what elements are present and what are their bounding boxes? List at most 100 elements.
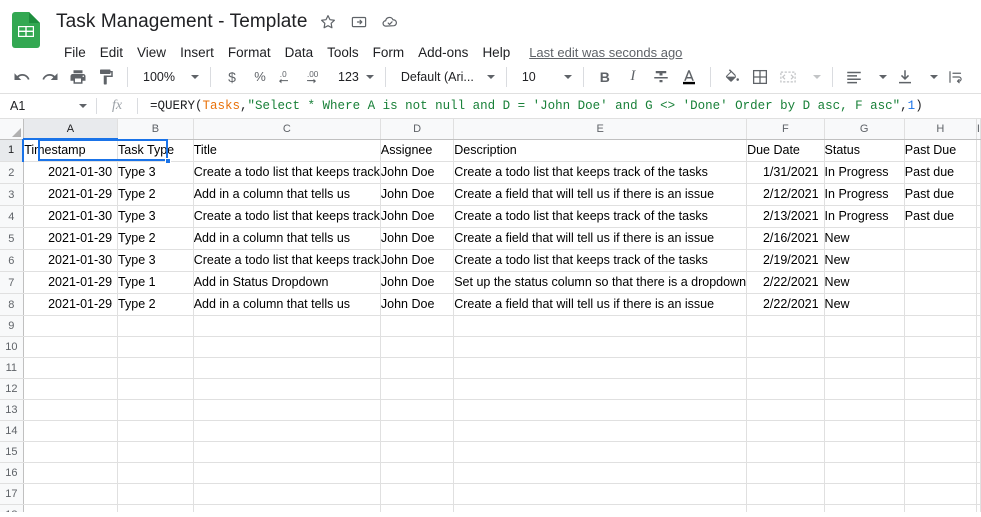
cell-F13[interactable] bbox=[746, 399, 825, 421]
cell-E14[interactable] bbox=[453, 420, 748, 442]
cell-A5[interactable]: 2021-01-29 bbox=[23, 227, 119, 250]
cell-D14[interactable] bbox=[380, 420, 455, 442]
cell-I7[interactable] bbox=[976, 271, 981, 294]
row-header-13[interactable]: 13 bbox=[0, 399, 24, 421]
column-header-d[interactable]: D bbox=[380, 119, 455, 140]
cell-B17[interactable] bbox=[117, 483, 194, 505]
fx-icon[interactable]: fx bbox=[97, 98, 137, 114]
cell-E13[interactable] bbox=[453, 399, 748, 421]
increase-decimal-button[interactable]: .00 bbox=[302, 63, 330, 91]
fill-color-button[interactable] bbox=[718, 63, 746, 91]
cell-I14[interactable] bbox=[976, 420, 981, 442]
cell-C4[interactable]: Create a todo list that keeps track bbox=[193, 205, 381, 228]
cell-C14[interactable] bbox=[193, 420, 381, 442]
row-header-5[interactable]: 5 bbox=[0, 227, 24, 250]
cell-I15[interactable] bbox=[976, 441, 981, 463]
menu-item-help[interactable]: Help bbox=[475, 43, 517, 62]
font-size-selector[interactable]: 10 bbox=[514, 64, 576, 90]
cell-B4[interactable]: Type 3 bbox=[117, 205, 194, 228]
cell-D12[interactable] bbox=[380, 378, 455, 400]
row-header-14[interactable]: 14 bbox=[0, 420, 24, 442]
cell-F10[interactable] bbox=[746, 336, 825, 358]
cell-D3[interactable]: John Doe bbox=[380, 183, 455, 206]
cell-B7[interactable]: Type 1 bbox=[117, 271, 194, 294]
row-header-4[interactable]: 4 bbox=[0, 205, 24, 228]
cloud-saved-icon[interactable] bbox=[381, 13, 399, 31]
cell-B2[interactable]: Type 3 bbox=[117, 161, 194, 184]
cell-C15[interactable] bbox=[193, 441, 381, 463]
cell-G11[interactable] bbox=[824, 357, 905, 379]
cell-G7[interactable]: New bbox=[824, 271, 905, 294]
row-header-17[interactable]: 17 bbox=[0, 483, 24, 505]
number-format-selector[interactable]: 123 bbox=[330, 64, 378, 90]
menu-item-insert[interactable]: Insert bbox=[173, 43, 221, 62]
cell-H6[interactable] bbox=[904, 249, 977, 272]
column-header-h[interactable]: H bbox=[904, 119, 977, 140]
cell-D16[interactable] bbox=[380, 462, 455, 484]
redo-button[interactable] bbox=[36, 63, 64, 91]
currency-format-button[interactable]: $ bbox=[218, 63, 246, 91]
cell-I2[interactable] bbox=[976, 161, 981, 184]
cell-A17[interactable] bbox=[23, 483, 119, 505]
cell-H1[interactable]: Past Due bbox=[904, 139, 977, 162]
spreadsheet-grid[interactable]: A B C D E F G H I 1 Timestamp Task Type Title Assign… bbox=[0, 119, 981, 512]
cell-I13[interactable] bbox=[976, 399, 981, 421]
cell-C18[interactable] bbox=[193, 504, 381, 512]
row-header-16[interactable]: 16 bbox=[0, 462, 24, 484]
horizontal-align-dropdown[interactable] bbox=[868, 64, 891, 90]
cell-E17[interactable] bbox=[453, 483, 748, 505]
horizontal-align-button[interactable] bbox=[840, 63, 868, 91]
cell-B8[interactable]: Type 2 bbox=[117, 293, 194, 316]
cell-A4[interactable]: 2021-01-30 bbox=[23, 205, 119, 228]
print-button[interactable] bbox=[64, 63, 92, 91]
cell-C6[interactable]: Create a todo list that keeps track bbox=[193, 249, 381, 272]
row-header-18[interactable]: 18 bbox=[0, 504, 24, 512]
cell-F2[interactable]: 1/31/2021 bbox=[746, 161, 825, 184]
cell-H8[interactable] bbox=[904, 293, 977, 316]
cell-C1[interactable]: Title bbox=[193, 139, 381, 162]
cell-H17[interactable] bbox=[904, 483, 977, 505]
cell-G3[interactable]: In Progress bbox=[824, 183, 905, 206]
cell-F6[interactable]: 2/19/2021 bbox=[746, 249, 825, 272]
cell-E2[interactable]: Create a todo list that keeps track of t… bbox=[453, 161, 748, 184]
cell-C8[interactable]: Add in a column that tells us bbox=[193, 293, 381, 316]
cell-D10[interactable] bbox=[380, 336, 455, 358]
cell-G14[interactable] bbox=[824, 420, 905, 442]
cell-E18[interactable] bbox=[453, 504, 748, 512]
column-header-b[interactable]: B bbox=[117, 119, 194, 140]
vertical-align-dropdown[interactable] bbox=[919, 64, 942, 90]
percent-format-button[interactable]: % bbox=[246, 63, 274, 91]
decrease-decimal-button[interactable]: .0 bbox=[274, 63, 302, 91]
cell-G16[interactable] bbox=[824, 462, 905, 484]
cell-C3[interactable]: Add in a column that tells us bbox=[193, 183, 381, 206]
cell-D5[interactable]: John Doe bbox=[380, 227, 455, 250]
cell-E6[interactable]: Create a todo list that keeps track of t… bbox=[453, 249, 748, 272]
cell-H5[interactable] bbox=[904, 227, 977, 250]
row-header-10[interactable]: 10 bbox=[0, 336, 24, 358]
cell-H4[interactable]: Past due bbox=[904, 205, 977, 228]
cell-A7[interactable]: 2021-01-29 bbox=[23, 271, 119, 294]
cell-B5[interactable]: Type 2 bbox=[117, 227, 194, 250]
cell-A11[interactable] bbox=[23, 357, 119, 379]
cell-I8[interactable] bbox=[976, 293, 981, 316]
cell-E15[interactable] bbox=[453, 441, 748, 463]
cell-F9[interactable] bbox=[746, 315, 825, 337]
cell-E8[interactable]: Create a field that will tell us if ther… bbox=[453, 293, 748, 316]
column-header-g[interactable]: G bbox=[824, 119, 905, 140]
cell-E7[interactable]: Set up the status column so that there i… bbox=[453, 271, 748, 294]
cell-I16[interactable] bbox=[976, 462, 981, 484]
cell-B6[interactable]: Type 3 bbox=[117, 249, 194, 272]
column-header-f[interactable]: F bbox=[746, 119, 825, 140]
menu-item-tools[interactable]: Tools bbox=[320, 43, 366, 62]
cell-G17[interactable] bbox=[824, 483, 905, 505]
text-wrapping-dropdown[interactable] bbox=[970, 64, 981, 90]
text-color-button[interactable] bbox=[675, 63, 703, 91]
cell-G6[interactable]: New bbox=[824, 249, 905, 272]
cell-I5[interactable] bbox=[976, 227, 981, 250]
cell-E10[interactable] bbox=[453, 336, 748, 358]
cell-G8[interactable]: New bbox=[824, 293, 905, 316]
menu-item-edit[interactable]: Edit bbox=[93, 43, 130, 62]
cell-F17[interactable] bbox=[746, 483, 825, 505]
row-header-1[interactable]: 1 bbox=[0, 139, 25, 162]
cell-A12[interactable] bbox=[23, 378, 119, 400]
